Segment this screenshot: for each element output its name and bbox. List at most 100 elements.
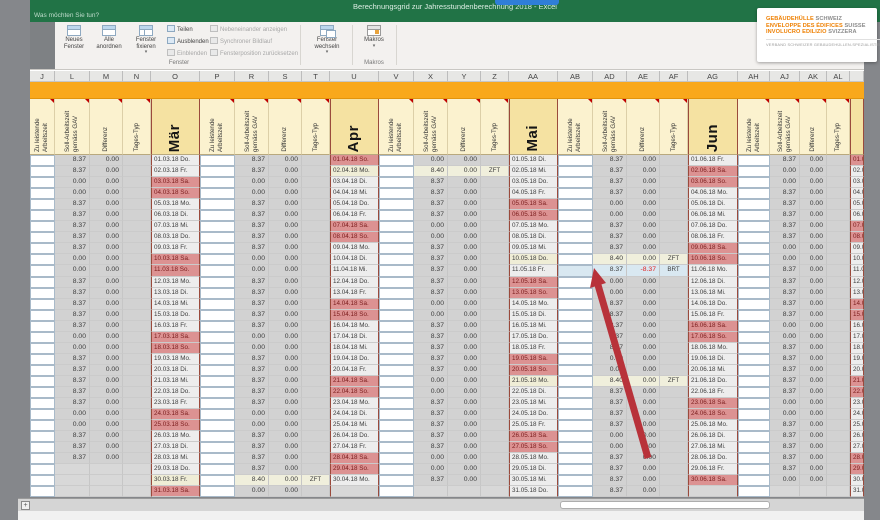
date-cell[interactable]: 01.06.18 Fr. bbox=[688, 155, 738, 167]
value-cell[interactable]: 0.00 bbox=[414, 309, 448, 321]
input-cell[interactable] bbox=[30, 331, 55, 343]
value-cell[interactable]: 8.37 bbox=[593, 464, 627, 476]
column-header-soll[interactable]: Soll-Arbeitszeit gemäss GAV bbox=[235, 99, 269, 155]
day-type-cell[interactable] bbox=[660, 298, 688, 310]
value-cell[interactable]: 8.37 bbox=[55, 232, 90, 244]
input-cell[interactable] bbox=[200, 420, 235, 432]
day-type-cell[interactable] bbox=[827, 398, 850, 410]
value-cell[interactable]: 0.00 bbox=[448, 188, 481, 200]
input-cell[interactable] bbox=[200, 232, 235, 244]
column-letter[interactable]: T bbox=[302, 71, 330, 82]
input-cell[interactable] bbox=[738, 420, 770, 432]
value-cell[interactable]: 0.00 bbox=[448, 221, 481, 233]
column-letter[interactable]: X bbox=[414, 71, 448, 82]
value-cell[interactable]: 8.37 bbox=[593, 398, 627, 410]
value-cell[interactable]: 8.37 bbox=[55, 364, 90, 376]
date-cell[interactable]: 03.06.18 So. bbox=[688, 177, 738, 189]
input-cell[interactable] bbox=[30, 199, 55, 211]
date-cell[interactable]: 08.07 bbox=[850, 232, 864, 244]
day-type-cell[interactable] bbox=[302, 232, 330, 244]
date-cell[interactable]: 02.05.18 Mi. bbox=[509, 166, 558, 178]
column-header-diff[interactable]: Differenz bbox=[627, 99, 660, 155]
day-type-cell[interactable] bbox=[660, 276, 688, 288]
value-cell[interactable]: 0.00 bbox=[90, 177, 123, 189]
input-cell[interactable] bbox=[200, 254, 235, 266]
value-cell[interactable]: 8.37 bbox=[593, 420, 627, 432]
input-cell[interactable] bbox=[738, 265, 770, 277]
input-cell[interactable] bbox=[379, 199, 414, 211]
column-letter[interactable]: Y bbox=[448, 71, 481, 82]
column-letter[interactable] bbox=[850, 71, 864, 82]
value-cell[interactable]: 0.00 bbox=[800, 364, 827, 376]
day-type-cell[interactable] bbox=[123, 464, 151, 476]
day-type-cell[interactable] bbox=[660, 431, 688, 443]
date-cell[interactable]: 09.03.18 Fr. bbox=[151, 243, 200, 255]
value-cell[interactable]: 0.00 bbox=[448, 420, 481, 432]
input-cell[interactable] bbox=[200, 210, 235, 222]
input-cell[interactable] bbox=[558, 331, 593, 343]
value-cell[interactable]: 0.00 bbox=[269, 342, 302, 354]
date-cell[interactable]: 04.06.18 Mo. bbox=[688, 188, 738, 200]
input-cell[interactable] bbox=[379, 188, 414, 200]
input-cell[interactable] bbox=[30, 386, 55, 399]
value-cell[interactable]: 8.37 bbox=[770, 431, 800, 443]
day-type-cell[interactable] bbox=[481, 265, 509, 277]
day-type-cell[interactable] bbox=[302, 155, 330, 167]
date-cell[interactable]: 23.03.18 Fr. bbox=[151, 398, 200, 410]
value-cell[interactable]: 8.37 bbox=[414, 409, 448, 421]
date-cell[interactable]: 24.06.18 So. bbox=[688, 409, 738, 421]
value-cell[interactable]: 0.00 bbox=[269, 210, 302, 222]
value-cell[interactable]: 0.00 bbox=[800, 254, 827, 266]
date-cell[interactable]: 03.07 bbox=[850, 177, 864, 189]
day-type-cell[interactable] bbox=[302, 486, 330, 498]
input-cell[interactable] bbox=[379, 265, 414, 277]
date-cell[interactable]: 13.03.18 Di. bbox=[151, 287, 200, 299]
day-type-cell[interactable] bbox=[827, 420, 850, 432]
date-cell[interactable]: 16.04.18 Mo. bbox=[330, 320, 379, 332]
date-cell[interactable]: 25.04.18 Mi. bbox=[330, 420, 379, 432]
value-cell[interactable]: 0.00 bbox=[448, 210, 481, 222]
day-type-cell[interactable] bbox=[827, 486, 850, 498]
input-cell[interactable] bbox=[30, 309, 55, 321]
value-cell[interactable]: 0.00 bbox=[269, 309, 302, 321]
value-cell[interactable]: 0.00 bbox=[448, 232, 481, 244]
day-type-cell[interactable] bbox=[481, 398, 509, 410]
date-cell[interactable]: 09.07 bbox=[850, 243, 864, 255]
input-cell[interactable] bbox=[30, 486, 55, 498]
value-cell[interactable]: 8.37 bbox=[770, 364, 800, 376]
date-cell[interactable]: 19.03.18 Mo. bbox=[151, 353, 200, 365]
input-cell[interactable] bbox=[200, 453, 235, 465]
value-cell[interactable]: 8.37 bbox=[414, 254, 448, 266]
value-cell[interactable]: 0.00 bbox=[90, 199, 123, 211]
input-cell[interactable] bbox=[738, 486, 770, 498]
input-cell[interactable] bbox=[30, 177, 55, 189]
date-cell[interactable]: 06.07 bbox=[850, 210, 864, 222]
day-type-cell[interactable] bbox=[481, 320, 509, 332]
value-cell[interactable]: 8.37 bbox=[593, 232, 627, 244]
date-cell[interactable]: 01.07 bbox=[850, 155, 864, 167]
value-cell[interactable]: 0.00 bbox=[627, 342, 660, 354]
date-cell[interactable]: 19.06.18 Di. bbox=[688, 353, 738, 365]
value-cell[interactable]: 0.00 bbox=[448, 287, 481, 299]
date-cell[interactable]: 15.07 bbox=[850, 309, 864, 321]
input-cell[interactable] bbox=[379, 353, 414, 365]
day-type-cell[interactable] bbox=[123, 287, 151, 299]
value-cell[interactable]: 8.37 bbox=[235, 453, 269, 465]
input-cell[interactable] bbox=[30, 375, 55, 387]
value-cell[interactable]: 0.00 bbox=[800, 188, 827, 200]
date-cell[interactable]: 18.06.18 Mo. bbox=[688, 342, 738, 354]
date-cell[interactable]: 27.05.18 So. bbox=[509, 442, 558, 454]
column-header-soll[interactable]: Soll-Arbeitszeit gemäss GAV bbox=[55, 99, 90, 155]
value-cell[interactable]: 0.00 bbox=[800, 442, 827, 454]
value-cell[interactable]: 8.37 bbox=[593, 265, 627, 277]
date-cell[interactable]: 15.04.18 So. bbox=[330, 309, 379, 321]
input-cell[interactable] bbox=[30, 276, 55, 288]
day-type-cell[interactable] bbox=[481, 276, 509, 288]
value-cell[interactable]: 0.00 bbox=[627, 464, 660, 476]
value-cell[interactable]: 0.00 bbox=[448, 453, 481, 465]
input-cell[interactable] bbox=[379, 475, 414, 487]
value-cell[interactable]: 8.37 bbox=[55, 298, 90, 310]
input-cell[interactable] bbox=[738, 331, 770, 343]
day-type-cell[interactable] bbox=[123, 298, 151, 310]
value-cell[interactable]: 8.37 bbox=[770, 155, 800, 167]
